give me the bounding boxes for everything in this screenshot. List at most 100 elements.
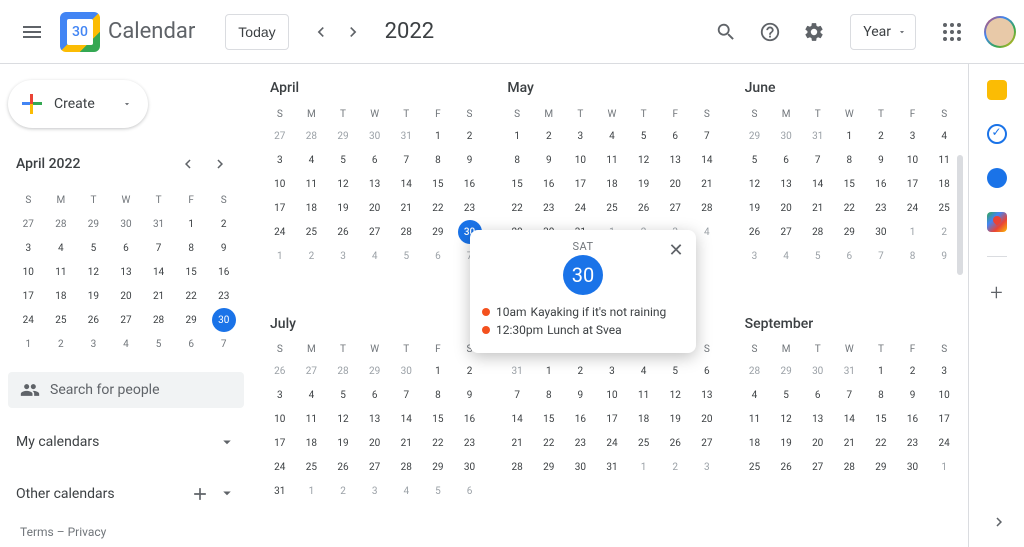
date-cell[interactable]: 30 (869, 220, 893, 244)
date-cell[interactable]: 25 (299, 456, 323, 480)
date-cell[interactable]: 27 (774, 220, 798, 244)
date-cell[interactable]: 4 (600, 124, 624, 148)
date-cell[interactable]: 8 (869, 384, 893, 408)
date-cell[interactable]: 2 (537, 124, 561, 148)
date-cell[interactable]: 13 (363, 408, 387, 432)
mini-date-cell[interactable]: 30 (212, 308, 236, 332)
date-cell[interactable]: 29 (837, 220, 861, 244)
date-cell[interactable]: 26 (632, 196, 656, 220)
mini-date-cell[interactable]: 28 (147, 308, 171, 332)
date-cell[interactable]: 6 (663, 124, 687, 148)
date-cell[interactable]: 31 (806, 124, 830, 148)
date-cell[interactable]: 4 (695, 220, 719, 244)
mini-date-cell[interactable]: 6 (114, 236, 138, 260)
date-cell[interactable]: 14 (394, 172, 418, 196)
date-cell[interactable]: 12 (331, 172, 355, 196)
date-cell[interactable]: 4 (632, 360, 656, 384)
mini-date-cell[interactable]: 26 (81, 308, 105, 332)
date-cell[interactable]: 8 (426, 384, 450, 408)
date-cell[interactable]: 10 (268, 172, 292, 196)
date-cell[interactable]: 14 (806, 172, 830, 196)
date-cell[interactable]: 22 (426, 196, 450, 220)
date-cell[interactable]: 13 (663, 148, 687, 172)
view-switcher[interactable]: Year (850, 14, 916, 50)
date-cell[interactable]: 19 (632, 172, 656, 196)
mini-date-cell[interactable]: 27 (16, 212, 40, 236)
date-cell[interactable]: 9 (458, 148, 482, 172)
date-cell[interactable]: 2 (901, 360, 925, 384)
date-cell[interactable]: 23 (458, 432, 482, 456)
date-cell[interactable]: 9 (932, 244, 956, 268)
date-cell[interactable]: 9 (568, 384, 592, 408)
date-cell[interactable]: 21 (394, 196, 418, 220)
date-cell[interactable]: 20 (774, 196, 798, 220)
date-cell[interactable]: 20 (806, 432, 830, 456)
date-cell[interactable]: 22 (537, 432, 561, 456)
date-cell[interactable]: 7 (394, 148, 418, 172)
mini-date-cell[interactable]: 4 (114, 332, 138, 356)
mini-date-cell[interactable]: 20 (114, 284, 138, 308)
date-cell[interactable]: 4 (774, 244, 798, 268)
mini-date-cell[interactable]: 1 (179, 212, 203, 236)
date-cell[interactable]: 13 (695, 384, 719, 408)
date-cell[interactable]: 17 (268, 196, 292, 220)
date-cell[interactable]: 10 (901, 148, 925, 172)
mini-date-cell[interactable]: 19 (81, 284, 105, 308)
date-cell[interactable]: 24 (568, 196, 592, 220)
scrollbar-thumb[interactable] (957, 155, 963, 275)
date-cell[interactable]: 2 (568, 360, 592, 384)
date-cell[interactable]: 13 (363, 172, 387, 196)
date-cell[interactable]: 27 (695, 432, 719, 456)
account-avatar[interactable] (984, 16, 1016, 48)
date-cell[interactable]: 1 (869, 360, 893, 384)
date-cell[interactable]: 2 (663, 456, 687, 480)
date-cell[interactable]: 23 (869, 196, 893, 220)
mini-date-cell[interactable]: 2 (212, 212, 236, 236)
date-cell[interactable]: 18 (632, 408, 656, 432)
date-cell[interactable]: 22 (505, 196, 529, 220)
date-cell[interactable]: 23 (901, 432, 925, 456)
date-cell[interactable]: 29 (742, 124, 766, 148)
date-cell[interactable]: 26 (663, 432, 687, 456)
date-cell[interactable]: 28 (695, 196, 719, 220)
date-cell[interactable]: 22 (426, 432, 450, 456)
date-cell[interactable]: 9 (458, 384, 482, 408)
date-cell[interactable]: 3 (331, 244, 355, 268)
my-calendars-section[interactable]: My calendars (8, 424, 244, 460)
date-cell[interactable]: 5 (331, 384, 355, 408)
date-cell[interactable]: 4 (742, 384, 766, 408)
date-cell[interactable]: 12 (331, 408, 355, 432)
date-cell[interactable]: 11 (299, 408, 323, 432)
date-cell[interactable]: 14 (837, 408, 861, 432)
date-cell[interactable]: 28 (331, 360, 355, 384)
mini-date-cell[interactable]: 15 (179, 260, 203, 284)
prev-period-button[interactable] (305, 16, 337, 48)
app-logo[interactable]: 30 Calendar (60, 12, 195, 52)
date-cell[interactable]: 25 (742, 456, 766, 480)
date-cell[interactable]: 4 (299, 148, 323, 172)
date-cell[interactable]: 17 (600, 408, 624, 432)
date-cell[interactable]: 23 (458, 196, 482, 220)
date-cell[interactable]: 2 (932, 220, 956, 244)
date-cell[interactable]: 16 (869, 172, 893, 196)
main-menu-button[interactable] (8, 8, 56, 56)
mini-date-cell[interactable]: 8 (179, 236, 203, 260)
search-people-input[interactable]: Search for people (8, 372, 244, 408)
date-cell[interactable]: 1 (505, 124, 529, 148)
date-cell[interactable]: 4 (363, 244, 387, 268)
mini-date-cell[interactable]: 9 (212, 236, 236, 260)
date-cell[interactable]: 30 (806, 360, 830, 384)
mini-date-cell[interactable]: 12 (81, 260, 105, 284)
date-cell[interactable]: 26 (774, 456, 798, 480)
date-cell[interactable]: 19 (663, 408, 687, 432)
date-cell[interactable]: 3 (363, 480, 387, 504)
terms-link[interactable]: Terms (20, 525, 54, 539)
mini-date-cell[interactable]: 31 (147, 212, 171, 236)
date-cell[interactable]: 3 (901, 124, 925, 148)
date-cell[interactable]: 17 (932, 408, 956, 432)
mini-date-cell[interactable]: 16 (212, 260, 236, 284)
date-cell[interactable]: 7 (806, 148, 830, 172)
date-cell[interactable]: 29 (869, 456, 893, 480)
date-cell[interactable]: 12 (632, 148, 656, 172)
date-cell[interactable]: 16 (901, 408, 925, 432)
